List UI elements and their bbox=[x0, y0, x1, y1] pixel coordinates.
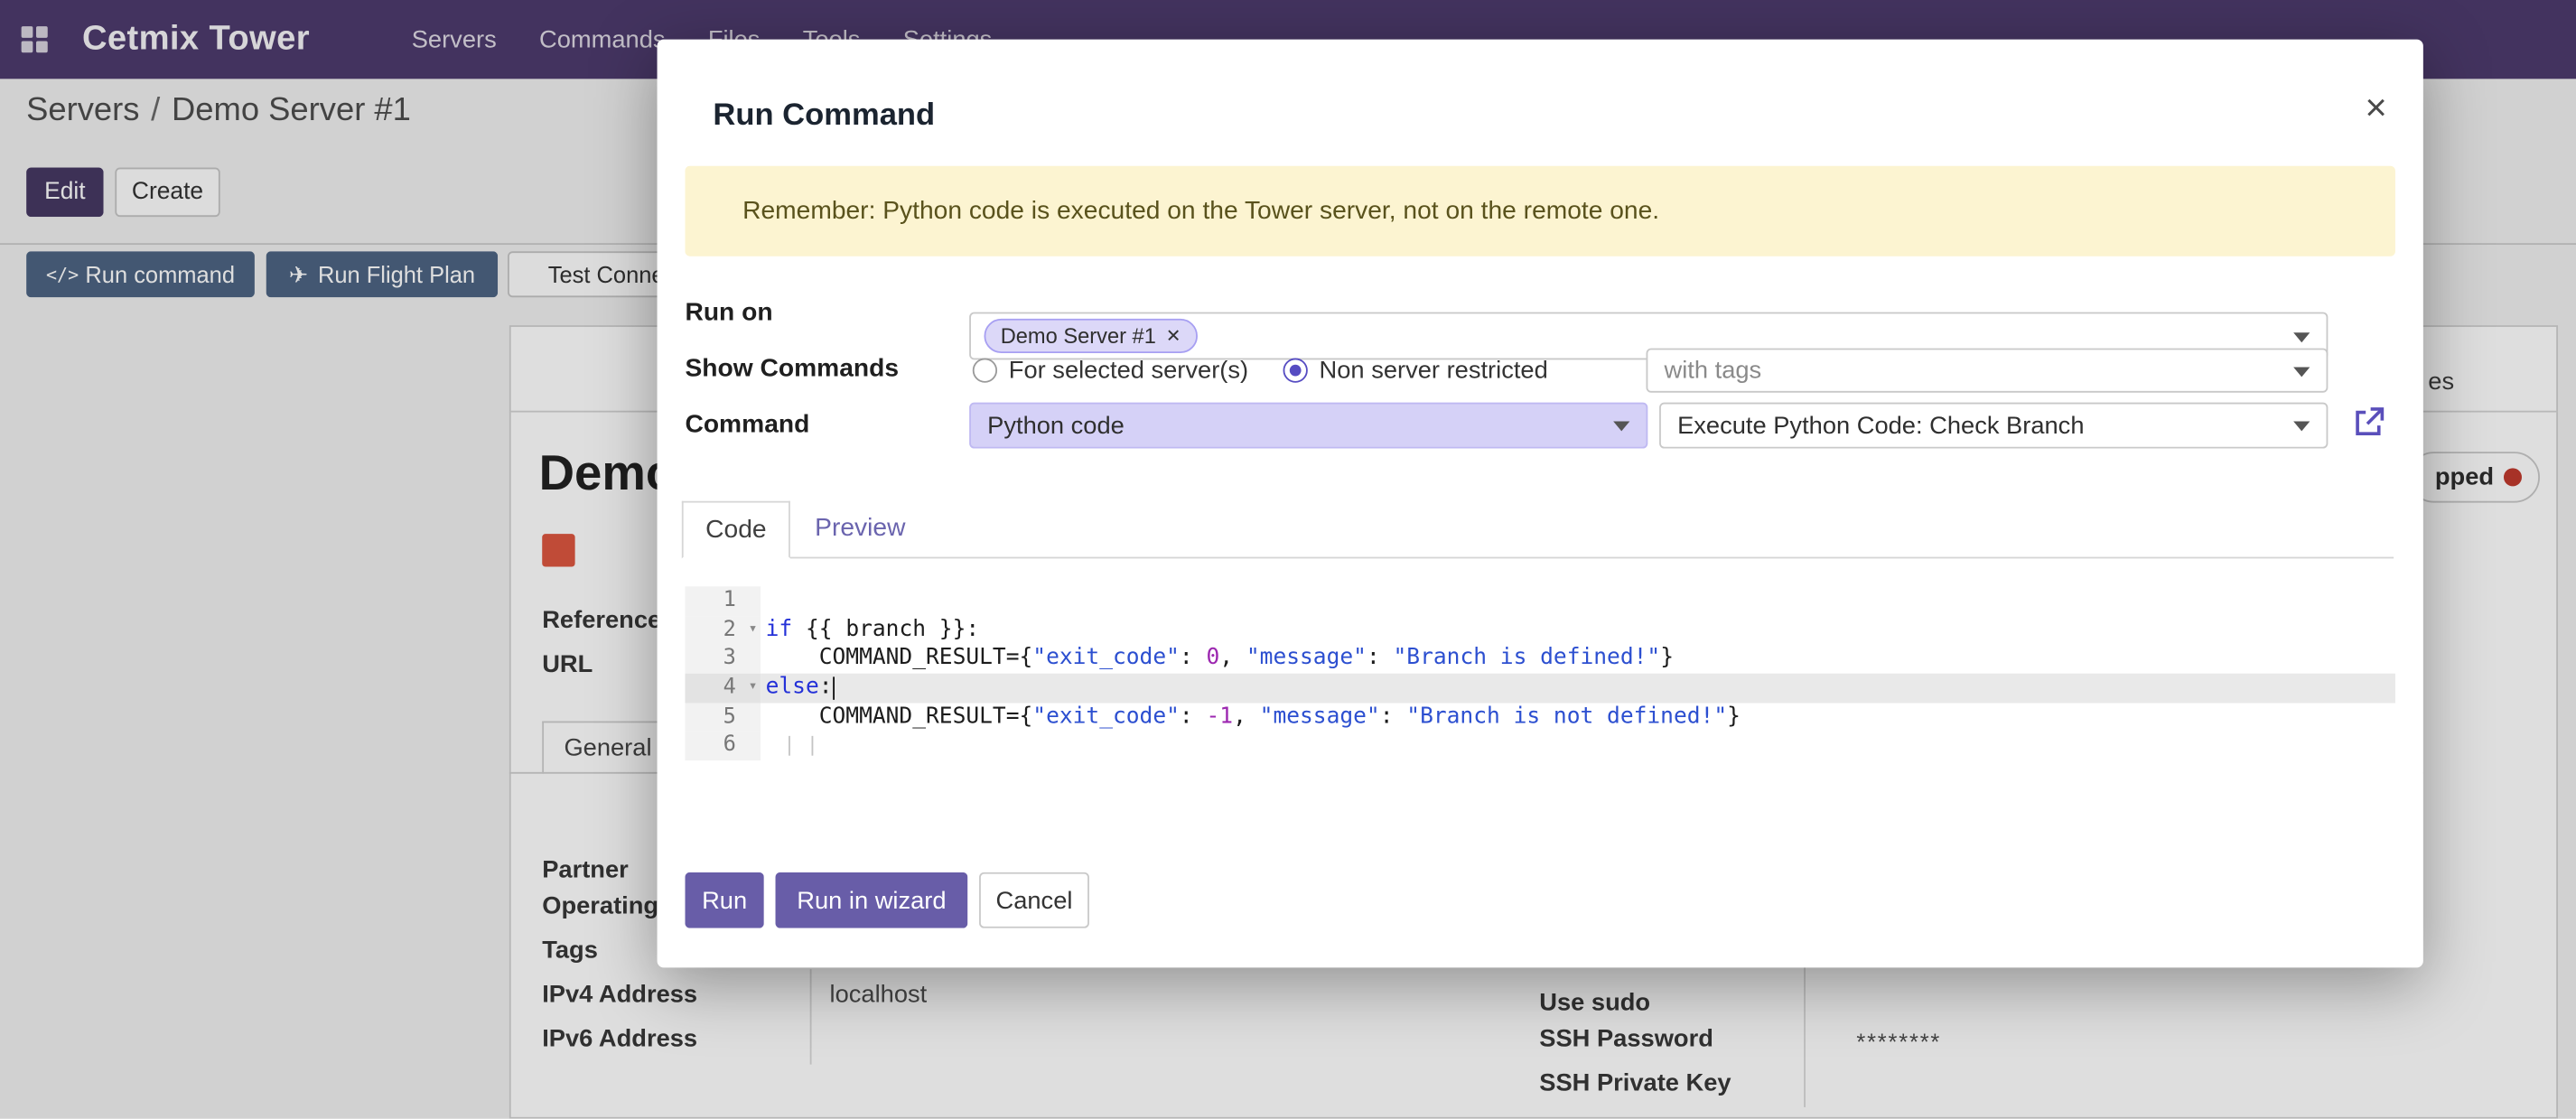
chevron-down-icon bbox=[2293, 367, 2310, 377]
run-button[interactable]: Run bbox=[685, 872, 763, 928]
code-line-5[interactable]: 5 COMMAND_RESULT={"exit_code": -1, "mess… bbox=[685, 703, 2394, 732]
command-value: Execute Python Code: Check Branch bbox=[1677, 412, 2084, 440]
code-line-2[interactable]: 2▾if {{ branch }}: bbox=[685, 616, 2394, 645]
with-tags-select[interactable]: with tags bbox=[1647, 349, 2329, 393]
indent-guide bbox=[789, 737, 790, 757]
tag-remove-icon[interactable]: ✕ bbox=[1166, 325, 1181, 347]
code-line-6[interactable]: 6 bbox=[685, 732, 2394, 760]
run-on-label: Run on bbox=[685, 299, 772, 329]
line-number: 4▾ bbox=[685, 674, 761, 703]
command-select[interactable]: Execute Python Code: Check Branch bbox=[1659, 403, 2328, 449]
close-icon[interactable]: × bbox=[2365, 89, 2386, 126]
run-command-modal: Run Command × Remember: Python code is e… bbox=[658, 40, 2423, 968]
modal-title: Run Command bbox=[713, 98, 935, 135]
radio-non-server-restricted-label[interactable]: Non server restricted bbox=[1320, 357, 1548, 385]
line-number: 1 bbox=[685, 586, 761, 615]
cancel-button[interactable]: Cancel bbox=[979, 872, 1089, 928]
code-text bbox=[761, 732, 2395, 760]
chevron-down-icon bbox=[2293, 422, 2310, 432]
chevron-down-icon bbox=[1613, 422, 1629, 432]
code-text bbox=[761, 586, 2395, 615]
tab-preview[interactable]: Preview bbox=[815, 514, 905, 544]
fold-caret-icon[interactable]: ▾ bbox=[749, 616, 758, 645]
warning-text: Remember: Python code is executed on the… bbox=[742, 196, 1659, 226]
run-in-wizard-button[interactable]: Run in wizard bbox=[776, 872, 968, 928]
command-label: Command bbox=[685, 411, 809, 441]
radio-for-selected-servers-label[interactable]: For selected server(s) bbox=[1009, 357, 1248, 385]
code-line-4[interactable]: 4▾else: bbox=[685, 674, 2394, 703]
server-tag-chip[interactable]: Demo Server #1 ✕ bbox=[985, 319, 1198, 353]
code-line-1[interactable]: 1 bbox=[685, 586, 2394, 615]
radio-non-server-restricted[interactable] bbox=[1283, 359, 1308, 383]
with-tags-placeholder: with tags bbox=[1665, 357, 1762, 385]
code-line-3[interactable]: 3 COMMAND_RESULT={"exit_code": 0, "messa… bbox=[685, 645, 2394, 674]
line-number: 3 bbox=[685, 645, 761, 674]
chevron-down-icon bbox=[2293, 331, 2310, 341]
line-number: 6 bbox=[685, 732, 761, 760]
code-text: else: bbox=[761, 674, 2395, 703]
command-type-select[interactable]: Python code bbox=[969, 403, 1647, 449]
code-editor[interactable]: 12▾if {{ branch }}:3 COMMAND_RESULT={"ex… bbox=[685, 586, 2394, 760]
show-commands-label: Show Commands bbox=[685, 355, 899, 385]
text-cursor bbox=[833, 676, 835, 699]
code-text: COMMAND_RESULT={"exit_code": -1, "messag… bbox=[761, 703, 2395, 732]
screen: Cetmix Tower ServersCommandsFilesToolsSe… bbox=[0, 0, 2576, 1119]
tabs-underline bbox=[682, 557, 2394, 559]
indent-guide bbox=[812, 737, 814, 757]
line-number: 2▾ bbox=[685, 616, 761, 645]
fold-caret-icon[interactable]: ▾ bbox=[749, 674, 758, 703]
line-number: 5 bbox=[685, 703, 761, 732]
tab-code[interactable]: Code bbox=[682, 501, 790, 559]
command-type-value: Python code bbox=[987, 412, 1125, 440]
radio-for-selected-servers[interactable] bbox=[973, 359, 997, 383]
external-link-icon[interactable] bbox=[2353, 406, 2385, 438]
code-text: COMMAND_RESULT={"exit_code": 0, "message… bbox=[761, 645, 2395, 674]
warning-banner: Remember: Python code is executed on the… bbox=[685, 166, 2394, 256]
code-text: if {{ branch }}: bbox=[761, 616, 2395, 645]
